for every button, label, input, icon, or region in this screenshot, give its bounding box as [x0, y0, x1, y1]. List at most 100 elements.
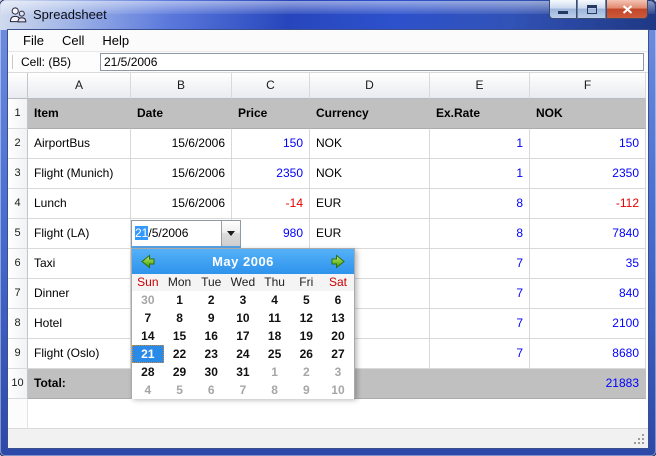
calendar-day-w3-19[interactable]: 19 — [290, 327, 322, 345]
cell-F4[interactable]: -112 — [530, 189, 646, 219]
calendar-day-w6-5[interactable]: 5 — [164, 381, 196, 399]
calendar-day-w2-10[interactable]: 10 — [227, 309, 259, 327]
row-header-1[interactable]: 1 — [8, 99, 28, 129]
calendar-day-w4-25[interactable]: 25 — [259, 345, 291, 363]
calendar-day-w2-11[interactable]: 11 — [259, 309, 291, 327]
cell-F7[interactable]: 840 — [530, 279, 646, 309]
cell-F2[interactable]: 150 — [530, 129, 646, 159]
cell-F3[interactable]: 2350 — [530, 159, 646, 189]
cell-E6[interactable]: 7 — [430, 249, 530, 279]
next-month-button[interactable] — [330, 253, 347, 270]
cell-A9[interactable]: Flight (Oslo) — [28, 339, 131, 369]
cell-C3[interactable]: 2350 — [232, 159, 310, 189]
row-header-10[interactable]: 10 — [8, 369, 28, 399]
resize-grip-icon[interactable] — [642, 442, 644, 444]
cell-F6[interactable]: 35 — [530, 249, 646, 279]
calendar-day-w5-1[interactable]: 1 — [259, 363, 291, 381]
cell-C1[interactable]: Price — [232, 99, 310, 129]
row-header-4[interactable]: 4 — [8, 189, 28, 219]
row-header-2[interactable]: 2 — [8, 129, 28, 159]
row-header-5[interactable]: 5 — [8, 219, 28, 249]
calendar-day-w5-30[interactable]: 30 — [195, 363, 227, 381]
date-editor[interactable]: 21/5/2006 — [131, 220, 241, 248]
prev-month-button[interactable] — [139, 253, 156, 270]
calendar-day-w3-20[interactable]: 20 — [322, 327, 354, 345]
cell-D3[interactable]: NOK — [310, 159, 430, 189]
calendar-day-w3-17[interactable]: 17 — [227, 327, 259, 345]
calendar-day-w4-22[interactable]: 22 — [164, 345, 196, 363]
cell-E7[interactable]: 7 — [430, 279, 530, 309]
calendar-day-w6-8[interactable]: 8 — [259, 381, 291, 399]
calendar-day-w1-2[interactable]: 2 — [195, 291, 227, 309]
col-header-B[interactable]: B — [131, 73, 232, 99]
calendar-day-w1-3[interactable]: 3 — [227, 291, 259, 309]
cell-F10[interactable]: 21883 — [530, 369, 646, 399]
col-header-A[interactable]: A — [28, 73, 131, 99]
cell-B4[interactable]: 15/6/2006 — [131, 189, 232, 219]
calendar-day-w4-21[interactable]: 21 — [132, 345, 164, 363]
cell-A5[interactable]: Flight (LA) — [28, 219, 131, 249]
cell-A6[interactable]: Taxi — [28, 249, 131, 279]
col-header-F[interactable]: F — [530, 73, 646, 99]
cell-A10[interactable]: Total: — [28, 369, 131, 399]
cell-D4[interactable]: EUR — [310, 189, 430, 219]
cell-C4[interactable]: -14 — [232, 189, 310, 219]
calendar-day-w5-29[interactable]: 29 — [164, 363, 196, 381]
calendar-day-w4-26[interactable]: 26 — [290, 345, 322, 363]
calendar-day-w6-10[interactable]: 10 — [322, 381, 354, 399]
calendar-day-w1-6[interactable]: 6 — [322, 291, 354, 309]
col-header-D[interactable]: D — [310, 73, 430, 99]
row-header-7[interactable]: 7 — [8, 279, 28, 309]
calendar-day-w2-8[interactable]: 8 — [164, 309, 196, 327]
calendar-day-w6-4[interactable]: 4 — [132, 381, 164, 399]
cell-E8[interactable]: 7 — [430, 309, 530, 339]
calendar-day-w6-7[interactable]: 7 — [227, 381, 259, 399]
calendar-day-w4-24[interactable]: 24 — [227, 345, 259, 363]
cell-A4[interactable]: Lunch — [28, 189, 131, 219]
calendar-day-w3-15[interactable]: 15 — [164, 327, 196, 345]
cell-E1[interactable]: Ex.Rate — [430, 99, 530, 129]
cell-F1[interactable]: NOK — [530, 99, 646, 129]
formula-input[interactable] — [100, 53, 644, 71]
cell-F8[interactable]: 2100 — [530, 309, 646, 339]
minimize-button[interactable] — [549, 0, 577, 19]
col-header-C[interactable]: C — [232, 73, 310, 99]
toolbar-drag-handle-icon[interactable] — [12, 55, 15, 69]
row-header-6[interactable]: 6 — [8, 249, 28, 279]
cell-D1[interactable]: Currency — [310, 99, 430, 129]
cell-E9[interactable]: 7 — [430, 339, 530, 369]
calendar-day-w5-31[interactable]: 31 — [227, 363, 259, 381]
cell-E10[interactable] — [430, 369, 530, 399]
cell-F5[interactable]: 7840 — [530, 219, 646, 249]
close-button[interactable] — [606, 0, 648, 19]
menu-file[interactable]: File — [14, 30, 53, 51]
cell-F9[interactable]: 8680 — [530, 339, 646, 369]
cell-C2[interactable]: 150 — [232, 129, 310, 159]
calendar-day-w4-27[interactable]: 27 — [322, 345, 354, 363]
cell-E2[interactable]: 1 — [430, 129, 530, 159]
calendar-day-w1-1[interactable]: 1 — [164, 291, 196, 309]
cell-D5[interactable]: EUR — [310, 219, 430, 249]
calendar-day-w2-13[interactable]: 13 — [322, 309, 354, 327]
calendar-day-w1-4[interactable]: 4 — [259, 291, 291, 309]
calendar-day-w4-23[interactable]: 23 — [195, 345, 227, 363]
cell-E5[interactable]: 8 — [430, 219, 530, 249]
calendar-day-w6-6[interactable]: 6 — [195, 381, 227, 399]
cell-E4[interactable]: 8 — [430, 189, 530, 219]
calendar-day-w1-5[interactable]: 5 — [290, 291, 322, 309]
cell-A3[interactable]: Flight (Munich) — [28, 159, 131, 189]
cell-B2[interactable]: 15/6/2006 — [131, 129, 232, 159]
row-header-9[interactable]: 9 — [8, 339, 28, 369]
cell-A1[interactable]: Item — [28, 99, 131, 129]
cell-B3[interactable]: 15/6/2006 — [131, 159, 232, 189]
cell-D2[interactable]: NOK — [310, 129, 430, 159]
calendar-day-w2-12[interactable]: 12 — [290, 309, 322, 327]
cell-A2[interactable]: AirportBus — [28, 129, 131, 159]
col-header-E[interactable]: E — [430, 73, 530, 99]
grid-corner-cell[interactable] — [8, 73, 28, 99]
menu-cell[interactable]: Cell — [53, 30, 93, 51]
calendar-day-w2-7[interactable]: 7 — [132, 309, 164, 327]
cell-C5[interactable]: 980 — [232, 219, 310, 249]
cell-A8[interactable]: Hotel — [28, 309, 131, 339]
title-bar[interactable]: Spreadsheet — [0, 0, 656, 30]
